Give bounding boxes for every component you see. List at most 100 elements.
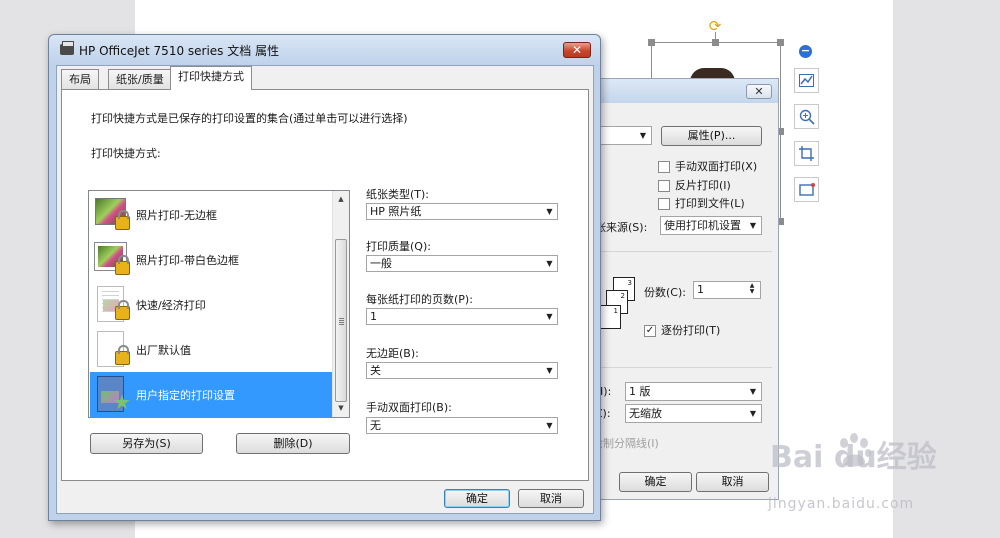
crop-icon[interactable] <box>794 141 819 166</box>
shortcut-label: 快速/经济打印 <box>136 299 206 312</box>
tab-print-shortcuts[interactable]: 打印快捷方式 <box>170 66 252 90</box>
manual-duplex-select[interactable]: 无 ▼ <box>366 417 558 434</box>
zoom-in-icon[interactable] <box>794 104 819 129</box>
borderless-label: 无边距(B): <box>366 347 419 360</box>
scale-value: 无缩放 <box>629 407 662 420</box>
borderless-value: 关 <box>370 364 381 377</box>
paper-type-select[interactable]: HP 照片纸 ▼ <box>366 203 558 220</box>
pages-per-sheet-label: 每张纸打印的页数(P): <box>366 293 473 306</box>
collate-checkbox[interactable]: ✓ 逐份打印(T) <box>644 322 720 338</box>
resize-handle[interactable] <box>777 39 784 46</box>
print-to-file-checkbox[interactable]: 打印到文件(L) <box>658 195 745 211</box>
pages-per-sheet-value: 1 <box>370 310 377 323</box>
photo-border-icon <box>94 241 131 279</box>
collapse-icon[interactable]: − <box>799 45 812 58</box>
draw-separator-label: 绘制分隔线(I) <box>592 437 659 450</box>
dialog-body: 布局 纸张/质量 打印快捷方式 打印快捷方式是已保存的打印设置的集合(通过单击可… <box>56 65 594 514</box>
pages-per-sheet-select[interactable]: 1 版 ▼ <box>625 382 762 401</box>
collate-page-icon: 1 <box>599 305 621 329</box>
print-dialog: ✕ ▼ 属性(P)... 手动双面打印(X) 反片打印(I) 打印到文件(L) … <box>587 78 779 500</box>
chevron-down-icon: ▼ <box>546 366 553 375</box>
shortcut-label: 照片打印-无边框 <box>136 209 217 222</box>
divider <box>594 251 772 252</box>
list-item[interactable]: ★ 用户指定的打印设置 <box>90 372 334 417</box>
shortcut-label: 照片打印-带白色边框 <box>136 254 239 267</box>
print-quality-select[interactable]: 一般 ▼ <box>366 255 558 272</box>
chart-icon[interactable] <box>794 68 819 93</box>
watermark-brand: Bai du经验 <box>770 440 937 475</box>
frame-icon[interactable] <box>794 177 819 202</box>
photo-icon <box>95 196 131 234</box>
document-icon <box>95 286 131 324</box>
manual-duplex-label: 手动双面打印(X) <box>675 160 758 173</box>
spinner-arrows-icon[interactable]: ▲ ▼ <box>746 283 758 296</box>
paper-source-value: 使用打印机设置 <box>664 219 741 232</box>
chevron-down-icon: ▼ <box>546 207 553 216</box>
printer-icon <box>60 41 74 55</box>
save-as-button[interactable]: 另存为(S) <box>90 433 203 454</box>
mirror-print-checkbox[interactable]: 反片打印(I) <box>658 177 731 193</box>
rotate-handle-icon[interactable]: ⟳ <box>707 18 723 34</box>
print-dialog-close-button[interactable]: ✕ <box>746 84 772 99</box>
scroll-thumb[interactable] <box>335 239 347 402</box>
star-icon: ★ <box>113 390 131 414</box>
checkbox-box[interactable] <box>658 180 670 192</box>
paper-source-select[interactable]: 使用打印机设置 ▼ <box>660 216 762 235</box>
pages-per-sheet-value: 1 版 <box>629 385 651 398</box>
shortcut-label: 出厂默认值 <box>136 344 191 357</box>
properties-button[interactable]: 属性(P)... <box>661 126 762 146</box>
scroll-down-icon[interactable]: ▼ <box>333 400 349 417</box>
list-item[interactable]: 快速/经济打印 <box>90 282 334 327</box>
manual-duplex-label: 手动双面打印(B): <box>366 401 452 414</box>
shortcut-label: 用户指定的打印设置 <box>136 389 235 402</box>
page-number: 1 <box>613 307 618 315</box>
shortcuts-list-label: 打印快捷方式: <box>91 147 161 160</box>
print-ok-button[interactable]: 确定 <box>619 472 692 492</box>
page-number: 2 <box>620 292 625 300</box>
cancel-button[interactable]: 取消 <box>518 489 584 508</box>
chevron-down-icon: ▼ <box>749 387 757 396</box>
lock-icon <box>115 210 130 230</box>
divider <box>594 367 772 368</box>
list-item[interactable]: 照片打印-带白色边框 <box>90 237 334 282</box>
manual-duplex-checkbox[interactable]: 手动双面打印(X) <box>658 158 757 174</box>
collate-label: 逐份打印(T) <box>661 324 721 337</box>
page-number: 3 <box>627 279 632 287</box>
list-item[interactable]: 照片打印-无边框 <box>90 192 334 237</box>
chevron-down-icon: ▼ <box>639 131 647 140</box>
lock-icon <box>115 345 130 365</box>
resize-handle[interactable] <box>712 39 719 46</box>
dialog-title: HP OfficeJet 7510 series 文档 属性 <box>79 44 280 58</box>
collate-check-icon[interactable]: ✓ <box>644 325 656 337</box>
shortcuts-list[interactable]: 照片打印-无边框 照片打印-带白色边框 快速/经济打印 出厂默认值 ★ 用户指定… <box>88 190 350 418</box>
close-button[interactable]: ✕ <box>563 42 591 58</box>
chevron-down-icon: ▼ <box>546 312 553 321</box>
scroll-up-icon[interactable]: ▲ <box>333 191 349 208</box>
paper-source-label: 张来源(S): <box>595 221 648 234</box>
pages-per-sheet-select[interactable]: 1 ▼ <box>366 308 558 325</box>
paper-type-label: 纸张类型(T): <box>366 188 430 201</box>
chevron-down-icon: ▼ <box>546 259 553 268</box>
delete-button[interactable]: 删除(D) <box>236 433 350 454</box>
copies-spinner[interactable]: 1 ▲ ▼ <box>693 281 761 299</box>
ok-button[interactable]: 确定 <box>444 489 510 508</box>
borderless-select[interactable]: 关 ▼ <box>366 362 558 379</box>
copies-value: 1 <box>697 283 704 296</box>
tab-layout[interactable]: 布局 <box>61 69 99 89</box>
list-scrollbar[interactable]: ▲ ▼ <box>332 191 349 417</box>
tab-paper-quality[interactable]: 纸张/质量 <box>108 69 172 89</box>
lock-icon <box>115 300 130 320</box>
manual-duplex-value: 无 <box>370 419 381 432</box>
mirror-print-label: 反片打印(I) <box>675 179 731 192</box>
shortcuts-description: 打印快捷方式是已保存的打印设置的集合(通过单击可以进行选择) <box>91 112 408 125</box>
print-to-file-label: 打印到文件(L) <box>675 197 745 210</box>
scale-select[interactable]: 无缩放 ▼ <box>625 404 762 423</box>
lock-icon <box>115 255 130 275</box>
print-cancel-button[interactable]: 取消 <box>696 472 769 492</box>
checkbox-box[interactable] <box>658 161 670 173</box>
copies-label: 份数(C): <box>644 286 686 299</box>
list-item[interactable]: 出厂默认值 <box>90 327 334 372</box>
checkbox-box[interactable] <box>658 198 670 210</box>
print-quality-label: 打印质量(Q): <box>366 240 431 253</box>
resize-handle[interactable] <box>648 39 655 46</box>
